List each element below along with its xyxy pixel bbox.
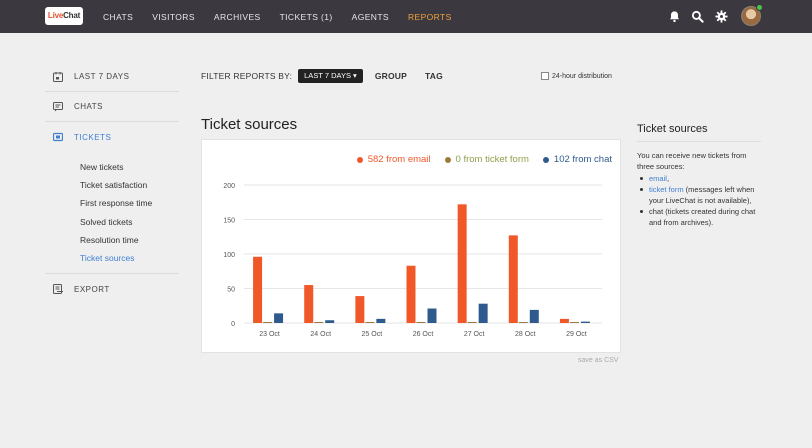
save-as-csv-link[interactable]: save as CSV: [578, 357, 618, 364]
bar: [365, 322, 375, 323]
subitem-resolution-time[interactable]: Resolution time: [80, 231, 179, 249]
top-bar: LiveChat CHATS VISITORS ARCHIVES TICKETS…: [0, 0, 812, 33]
bar: [274, 313, 284, 323]
page-title: Ticket sources: [201, 116, 298, 133]
ticket-form-link[interactable]: ticket form: [649, 185, 684, 194]
logo-live-text: Live: [47, 11, 64, 20]
help-panel-list: email, ticket form (messages left when y…: [637, 173, 761, 228]
export-icon: [53, 284, 63, 295]
sidebar-item-label: LAST 7 DAYS: [74, 72, 130, 81]
x-tick-label: 26 Oct: [413, 331, 434, 338]
sidebar: LAST 7 DAYS CHATS TICKETS New tickets Ti…: [45, 62, 179, 304]
bar: [559, 318, 569, 323]
bar: [416, 322, 426, 323]
bar: [427, 308, 437, 323]
bar: [314, 322, 324, 323]
bar: [263, 322, 273, 323]
subitem-ticket-sources[interactable]: Ticket sources: [80, 249, 179, 267]
y-tick-label: 0: [231, 321, 235, 328]
bar: [325, 320, 335, 323]
date-range-select[interactable]: LAST 7 DAYS ▾: [298, 69, 363, 83]
subitem-solved-tickets[interactable]: Solved tickets: [80, 213, 179, 231]
filter-group-button[interactable]: GROUP: [375, 71, 407, 81]
subitem-ticket-satisfaction[interactable]: Ticket satisfaction: [80, 176, 179, 194]
bar: [253, 256, 263, 323]
subitem-first-response-time[interactable]: First response time: [80, 194, 179, 212]
help-panel: Ticket sources You can receive new ticke…: [637, 123, 761, 228]
list-item: email,: [637, 173, 761, 184]
list-item: chat (tickets created during chat and fr…: [637, 206, 761, 228]
filter-bar: FILTER REPORTS BY: LAST 7 DAYS ▾ GROUP T…: [201, 68, 461, 84]
bar: [355, 296, 365, 323]
distribution-toggle[interactable]: 24-hour distribution: [541, 72, 612, 80]
nav-chats[interactable]: CHATS: [103, 12, 133, 22]
livechat-logo[interactable]: LiveChat: [45, 7, 83, 25]
nav-agents[interactable]: AGENTS: [352, 12, 389, 22]
x-tick-label: 29 Oct: [566, 331, 587, 338]
nav-reports[interactable]: REPORTS: [408, 12, 452, 22]
sidebar-item-chats[interactable]: CHATS: [45, 92, 179, 122]
x-tick-label: 23 Oct: [259, 331, 280, 338]
bell-icon[interactable]: [668, 10, 681, 23]
bar: [529, 309, 539, 323]
nav-archives[interactable]: ARCHIVES: [214, 12, 261, 22]
y-tick-label: 50: [227, 287, 235, 294]
chat-bubble-icon: [53, 101, 63, 111]
bar: [478, 303, 488, 323]
sidebar-item-label: CHATS: [74, 102, 104, 111]
bar: [508, 235, 518, 323]
filter-tag-button[interactable]: TAG: [425, 71, 443, 81]
distribution-checkbox[interactable]: [541, 72, 549, 80]
bar: [467, 322, 477, 323]
list-item: ticket form (messages left when your Liv…: [637, 184, 761, 206]
logo-chat-text: Chat: [63, 11, 81, 20]
bar: [376, 318, 386, 323]
bar: [304, 285, 314, 323]
gear-icon[interactable]: [715, 10, 728, 23]
sidebar-item-tickets[interactable]: TICKETS: [45, 122, 179, 152]
subitem-new-tickets[interactable]: New tickets: [80, 158, 179, 176]
x-tick-label: 24 Oct: [310, 331, 331, 338]
nav-visitors[interactable]: VISITORS: [152, 12, 195, 22]
y-tick-label: 150: [223, 218, 235, 225]
distribution-label: 24-hour distribution: [552, 72, 612, 80]
calendar-icon: [53, 71, 63, 82]
x-tick-label: 27 Oct: [464, 331, 485, 338]
sidebar-item-export[interactable]: EXPORT: [45, 274, 179, 304]
sidebar-item-label: EXPORT: [74, 284, 110, 294]
chart-card: 582 from email 0 from ticket form 102 fr…: [201, 139, 621, 353]
bar: [406, 265, 416, 323]
user-avatar[interactable]: [741, 4, 763, 26]
sidebar-item-label: TICKETS: [74, 132, 112, 142]
email-link[interactable]: email: [649, 174, 667, 183]
filter-label: FILTER REPORTS BY:: [201, 71, 293, 81]
bar: [457, 204, 467, 323]
nav-tickets[interactable]: TICKETS (1): [280, 12, 333, 22]
x-tick-label: 25 Oct: [362, 331, 383, 338]
help-panel-title: Ticket sources: [637, 123, 761, 142]
x-tick-label: 28 Oct: [515, 331, 536, 338]
help-panel-intro: You can receive new tickets from three s…: [637, 151, 747, 171]
y-tick-label: 200: [223, 183, 235, 190]
bar: [580, 321, 590, 323]
list-item-text: chat (tickets created during chat and fr…: [649, 207, 756, 227]
bar: [518, 322, 528, 323]
sidebar-item-last-7-days[interactable]: LAST 7 DAYS: [45, 62, 179, 92]
ticket-icon: [53, 132, 63, 142]
bar: [569, 322, 579, 323]
list-item-text: ,: [666, 174, 670, 183]
bar-chart: 0 50 100 150 200 23 Oct 24 Oct 25 Oct 26 Oct 27 O…: [223, 183, 602, 338]
main-nav: CHATS VISITORS ARCHIVES TICKETS (1) AGEN…: [103, 0, 471, 33]
online-status-dot: [756, 4, 763, 11]
ticket-subitems: New tickets Ticket satisfaction First re…: [45, 152, 179, 275]
search-icon[interactable]: [691, 10, 704, 23]
y-tick-label: 100: [223, 252, 235, 259]
